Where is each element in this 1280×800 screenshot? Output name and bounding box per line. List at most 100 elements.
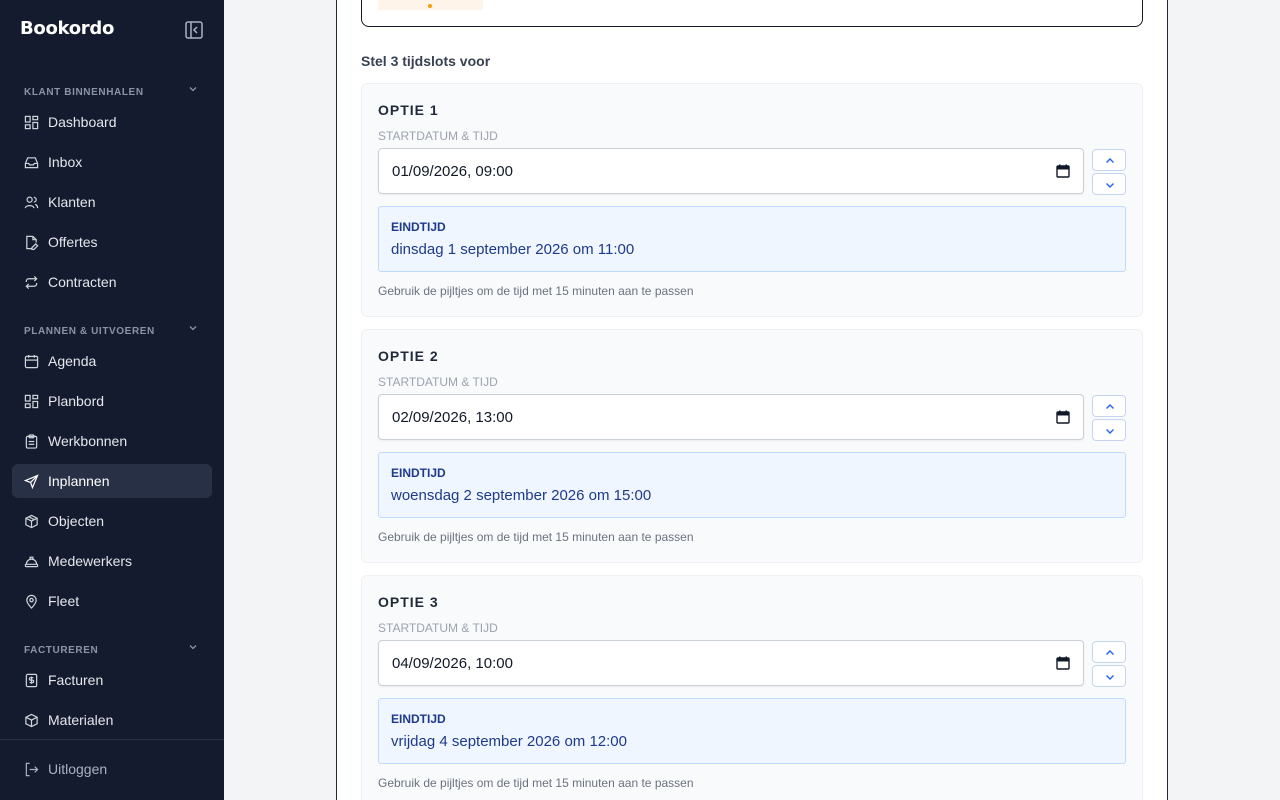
sidebar-item-label: Planbord: [48, 393, 105, 409]
sidebar-item-label: Materialen: [48, 712, 114, 728]
section-label: FACTUREREN: [24, 645, 99, 656]
sidebar-item-label: Offertes: [48, 234, 98, 250]
section-klant-binnenhalen[interactable]: KLANT BINNENHALEN: [24, 82, 202, 98]
start-datetime-value: 04/09/2026, 10:00: [392, 655, 513, 672]
sidebar-item-label: Objecten: [48, 513, 105, 529]
hint-text: Gebruik de pijltjes om de tijd met 15 mi…: [378, 776, 694, 790]
end-value: woensdag 2 september 2026 om 15:00: [391, 487, 652, 504]
file-edit-icon: [26, 235, 39, 250]
boxes-icon: [25, 514, 38, 529]
chevron-down-icon: [1106, 675, 1114, 680]
sidebar-item-label: Medewerkers: [48, 553, 133, 569]
start-label: STARTDATUM & TIJD: [378, 621, 498, 635]
option-title: OPTIE 1: [378, 102, 439, 118]
increment-time-button[interactable]: [1092, 641, 1126, 663]
increment-time-button[interactable]: [1092, 149, 1126, 171]
collapse-sidebar-icon[interactable]: [184, 20, 204, 40]
start-datetime-value: 02/09/2026, 13:00: [392, 409, 513, 426]
send-icon: [24, 474, 39, 489]
option-title: OPTIE 3: [378, 594, 439, 610]
sidebar-item-label: Fleet: [48, 593, 80, 609]
sidebar-item-label: Contracten: [48, 274, 117, 290]
end-time-box: EINDTIJD woensdag 2 september 2026 om 15…: [378, 452, 1126, 518]
start-datetime-input[interactable]: 02/09/2026, 13:00: [378, 394, 1084, 440]
clipboard-icon: [25, 434, 38, 449]
start-datetime-input[interactable]: 04/09/2026, 10:00: [378, 640, 1084, 686]
end-time-box: EINDTIJD vrijdag 4 september 2026 om 12:…: [378, 698, 1126, 764]
logout-icon: [25, 762, 39, 777]
option-card-3: OPTIE 3 STARTDATUM & TIJD 04/09/2026, 10…: [361, 575, 1143, 800]
decrement-time-button[interactable]: [1092, 419, 1126, 441]
end-label: EINDTIJD: [391, 466, 446, 480]
start-datetime-value: 01/09/2026, 09:00: [392, 163, 513, 180]
chevron-down-icon: [1106, 429, 1114, 434]
calendar-picker-icon[interactable]: [1056, 164, 1070, 178]
repeat-icon: [25, 275, 38, 290]
sidebar-item-klanten[interactable]: Klanten: [12, 185, 212, 219]
inbox-icon: [24, 157, 39, 169]
map-pin-icon: [26, 594, 37, 609]
sidebar-item-werkbonnen[interactable]: Werkbonnen: [12, 424, 212, 458]
decrement-time-button[interactable]: [1092, 173, 1126, 195]
option-title: OPTIE 2: [378, 348, 439, 364]
option-card-2: OPTIE 2 STARTDATUM & TIJD 02/09/2026, 13…: [361, 329, 1143, 563]
chevron-down-icon: [189, 326, 197, 331]
grid-icon: [24, 394, 39, 409]
logout-button[interactable]: Uitloggen: [12, 752, 212, 786]
sidebar-item-inbox[interactable]: Inbox: [12, 145, 212, 179]
hint-text: Gebruik de pijltjes om de tijd met 15 mi…: [378, 530, 694, 544]
status-dot: [428, 4, 432, 8]
start-label: STARTDATUM & TIJD: [378, 375, 498, 389]
hardhat-icon: [24, 556, 39, 568]
section-plannen-uitvoeren[interactable]: PLANNEN & UITVOEREN: [24, 321, 202, 337]
chevron-down-icon: [189, 645, 197, 650]
grid-icon: [24, 115, 39, 130]
increment-time-button[interactable]: [1092, 395, 1126, 417]
section-label: KLANT BINNENHALEN: [24, 87, 144, 98]
sidebar-item-label: Facturen: [48, 672, 104, 688]
start-label: STARTDATUM & TIJD: [378, 129, 498, 143]
end-value: vrijdag 4 september 2026 om 12:00: [391, 733, 627, 750]
sidebar-item-materialen[interactable]: Materialen: [12, 703, 212, 737]
chevron-down-icon: [1106, 183, 1114, 188]
chevron-up-icon: [1106, 650, 1114, 655]
calendar-picker-icon[interactable]: [1056, 656, 1070, 670]
calendar-picker-icon[interactable]: [1056, 410, 1070, 424]
sidebar-item-fleet[interactable]: Fleet: [12, 584, 212, 618]
section-factureren[interactable]: FACTUREREN: [24, 640, 202, 656]
sidebar: Bookordo KLANT BINNENHALEN Dashboard Inb…: [0, 0, 224, 800]
sidebar-item-label: Dashboard: [48, 114, 117, 130]
sidebar-item-label: Inbox: [48, 154, 83, 170]
users-icon: [24, 196, 39, 209]
option-card-1: OPTIE 1 STARTDATUM & TIJD 01/09/2026, 09…: [361, 83, 1143, 317]
sidebar-item-dashboard[interactable]: Dashboard: [12, 105, 212, 139]
sidebar-item-planbord[interactable]: Planbord: [12, 384, 212, 418]
package-icon: [25, 713, 38, 728]
receipt-icon: [25, 673, 38, 688]
end-value: dinsdag 1 september 2026 om 11:00: [391, 241, 635, 258]
sidebar-item-label: Werkbonnen: [48, 433, 128, 449]
sidebar-item-medewerkers[interactable]: Medewerkers: [12, 544, 212, 578]
sidebar-item-facturen[interactable]: Facturen: [12, 663, 212, 697]
sidebar-item-label: Klanten: [48, 194, 96, 210]
sidebar-item-label: Agenda: [48, 353, 97, 369]
sidebar-item-inplannen[interactable]: Inplannen: [12, 464, 212, 498]
end-label: EINDTIJD: [391, 712, 446, 726]
sidebar-item-objecten[interactable]: Objecten: [12, 504, 212, 538]
start-datetime-input[interactable]: 01/09/2026, 09:00: [378, 148, 1084, 194]
logout-label: Uitloggen: [48, 761, 108, 777]
chevron-up-icon: [1106, 404, 1114, 409]
brand-row: Bookordo: [0, 0, 224, 60]
sidebar-item-label: Inplannen: [48, 473, 110, 489]
sidebar-item-agenda[interactable]: Agenda: [12, 344, 212, 378]
chevron-up-icon: [1106, 158, 1114, 163]
app-logo[interactable]: Bookordo: [20, 18, 114, 39]
sidebar-item-offertes[interactable]: Offertes: [12, 225, 212, 259]
sidebar-item-contracten[interactable]: Contracten: [12, 265, 212, 299]
end-time-box: EINDTIJD dinsdag 1 september 2026 om 11:…: [378, 206, 1126, 272]
suggest-heading: Stel 3 tijdslots voor: [361, 53, 491, 69]
decrement-time-button[interactable]: [1092, 665, 1126, 687]
hint-text: Gebruik de pijltjes om de tijd met 15 mi…: [378, 284, 694, 298]
sidebar-divider: [0, 739, 224, 740]
chevron-down-icon: [189, 87, 197, 92]
